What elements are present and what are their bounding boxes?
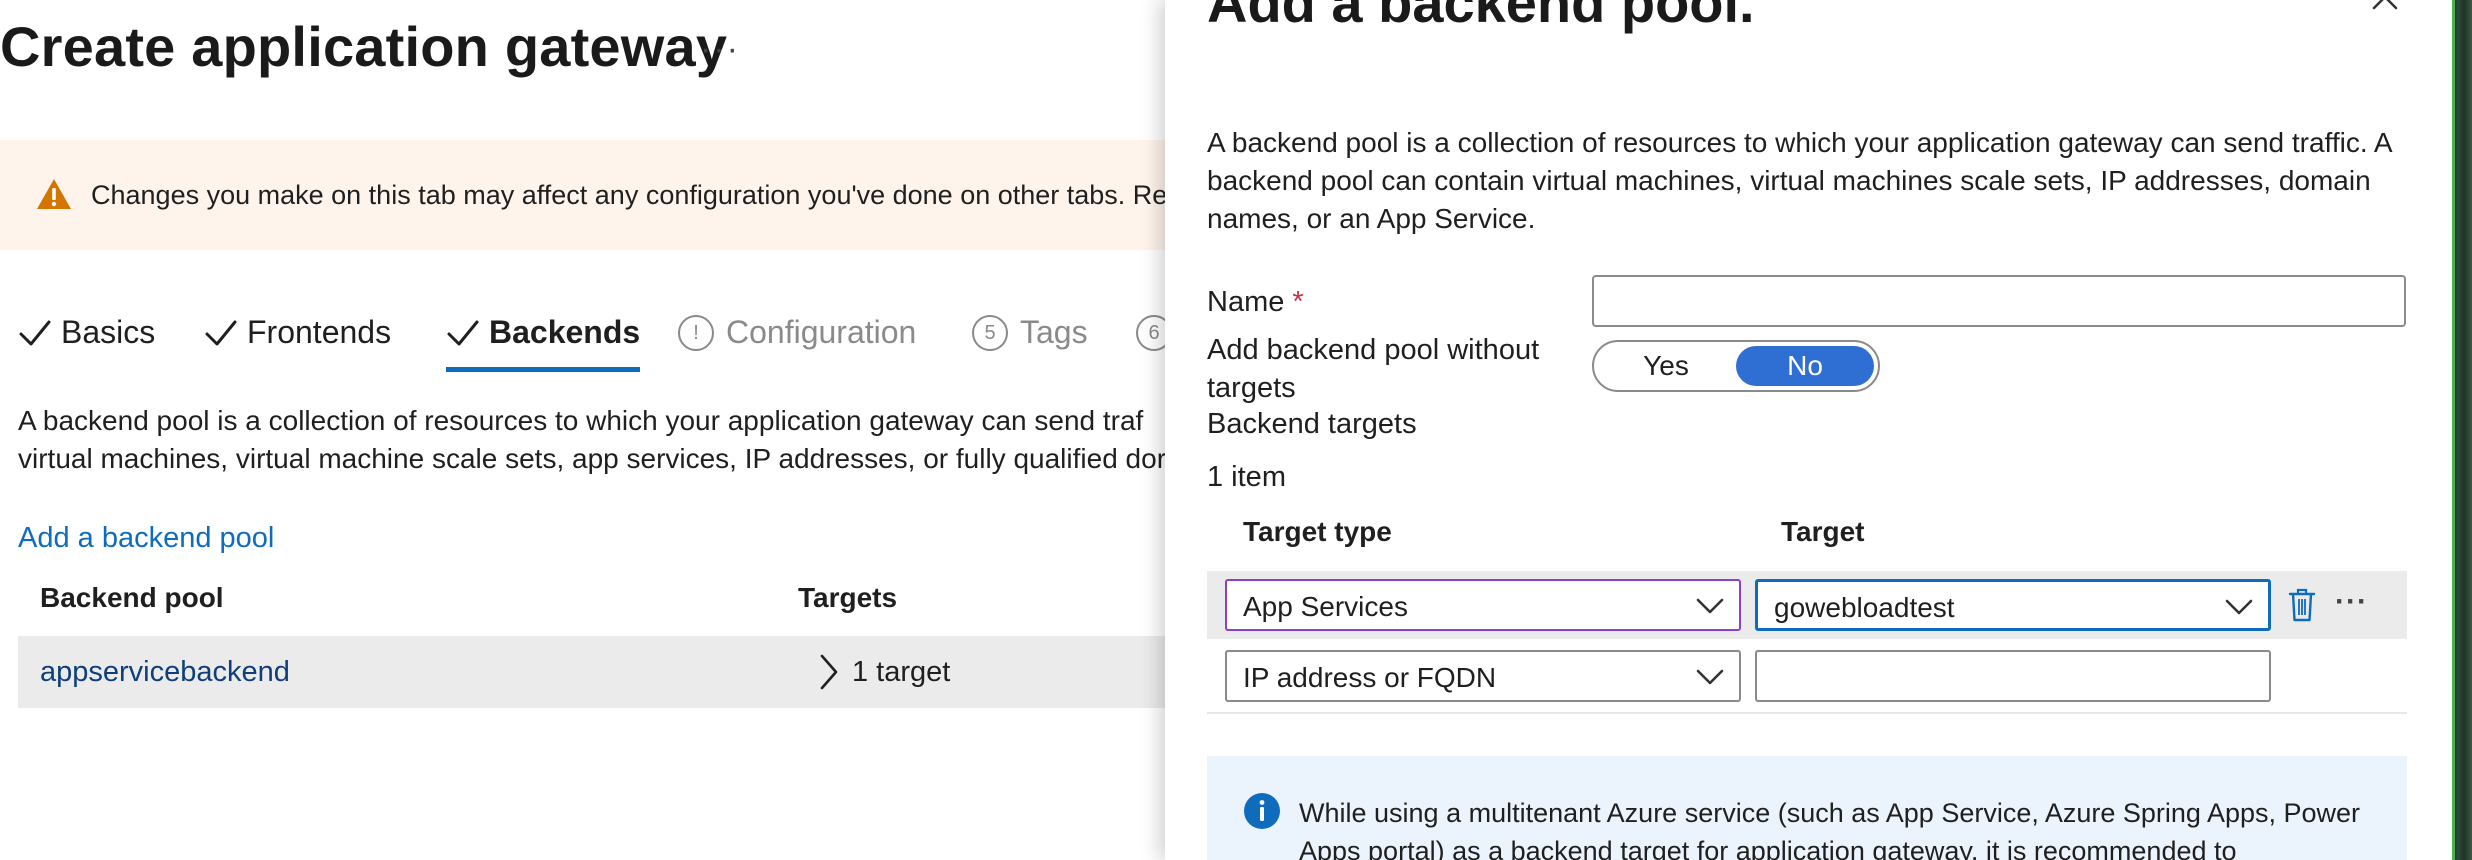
column-header-target: Target [1781,516,1865,547]
toggle-no-option[interactable]: No [1736,346,1874,386]
target-row: IP address or FQDN [1207,642,2407,710]
table-row[interactable]: appservicebackend 1 target [18,636,1165,708]
backend-pool-name[interactable]: appservicebackend [40,656,290,689]
toggle-yes-option[interactable]: Yes [1598,346,1734,386]
step-number-icon: 5 [972,315,1008,351]
add-backend-pool-blade: Add a backend pool. A backend pool is a … [1165,0,2452,860]
background-window-edge [2452,0,2472,860]
blade-title: Add a backend pool. [1207,0,1755,34]
info-banner: While using a multitenant Azure service … [1207,756,2407,860]
row-divider [1207,712,2407,714]
check-icon [19,320,51,346]
description-line: virtual machines, virtual machine scale … [18,443,1165,474]
name-label-text: Name [1207,286,1285,318]
tab-review[interactable]: 6 [1136,314,1165,372]
chevron-down-icon [1696,598,1724,614]
backend-targets-heading: Backend targets [1207,408,1417,440]
tab-label: Frontends [247,314,392,350]
name-label: Name * [1207,286,1304,319]
more-icon[interactable]: ··· [700,30,740,69]
main-page: Create application gateway ··· Changes y… [0,0,1165,860]
column-header-target-type: Target type [1243,516,1392,547]
tab-backends[interactable]: Backends [446,314,641,372]
ellipsis-icon[interactable]: ··· [2335,585,2368,619]
info-text: While using a multitenant Azure service … [1299,798,2361,860]
tab-configuration[interactable]: ! Configuration [678,314,916,372]
check-icon [205,320,237,346]
close-icon[interactable] [2370,0,2400,12]
chevron-right-icon[interactable] [818,653,840,691]
column-header-targets: Targets [798,582,898,613]
dropdown-value: App Services [1243,591,1408,622]
add-backend-pool-link[interactable]: Add a backend pool [18,522,274,555]
dropdown-value: IP address or FQDN [1243,662,1497,693]
tab-tags[interactable]: 5 Tags [972,314,1088,372]
tab-basics[interactable]: Basics [18,314,155,372]
exclamation-icon: ! [678,315,714,351]
tab-label: Backends [489,314,641,350]
tab-frontends[interactable]: Frontends [204,314,391,372]
info-icon [1244,793,1280,829]
tab-label: Basics [61,314,156,350]
tab-label: Tags [1020,314,1088,350]
warning-text: Changes you make on this tab may affect … [91,180,1165,210]
window-edge-line [2452,0,2455,860]
chevron-down-icon [1696,669,1724,685]
without-targets-toggle[interactable]: Yes No [1592,340,1880,392]
dropdown-value: gowebloadtest [1774,592,1955,623]
name-field[interactable] [1592,275,2406,327]
page-title: Create application gateway [0,15,728,78]
target-type-dropdown[interactable]: IP address or FQDN [1225,650,1741,702]
tab-label: Configuration [726,314,917,350]
column-header-backend-pool: Backend pool [40,582,224,613]
target-dropdown[interactable]: gowebloadtest [1755,579,2271,631]
warning-banner: Changes you make on this tab may affect … [0,140,1165,250]
target-input[interactable] [1755,650,2271,702]
target-type-dropdown[interactable]: App Services [1225,579,1741,631]
delete-icon[interactable] [2287,587,2317,623]
required-mark: * [1292,286,1304,318]
targets-count: 1 target [852,656,951,688]
item-count: 1 item [1207,461,1286,493]
check-icon [447,320,479,346]
wizard-tabs: Basics Frontends Backends ! Configuratio… [18,300,1165,375]
backends-description: A backend pool is a collection of resour… [18,402,1165,478]
chevron-down-icon [2225,599,2253,615]
without-targets-label: Add backend pool without targets [1207,334,1540,404]
blade-description: A backend pool is a collection of resour… [1207,127,2391,234]
warning-icon [37,179,71,209]
step-number-icon: 6 [1136,315,1165,351]
pool-table-header: Backend pool Targets [18,578,1165,634]
target-row: App Services gowebloadtest ··· [1207,571,2407,639]
description-line: A backend pool is a collection of resour… [18,405,1144,436]
